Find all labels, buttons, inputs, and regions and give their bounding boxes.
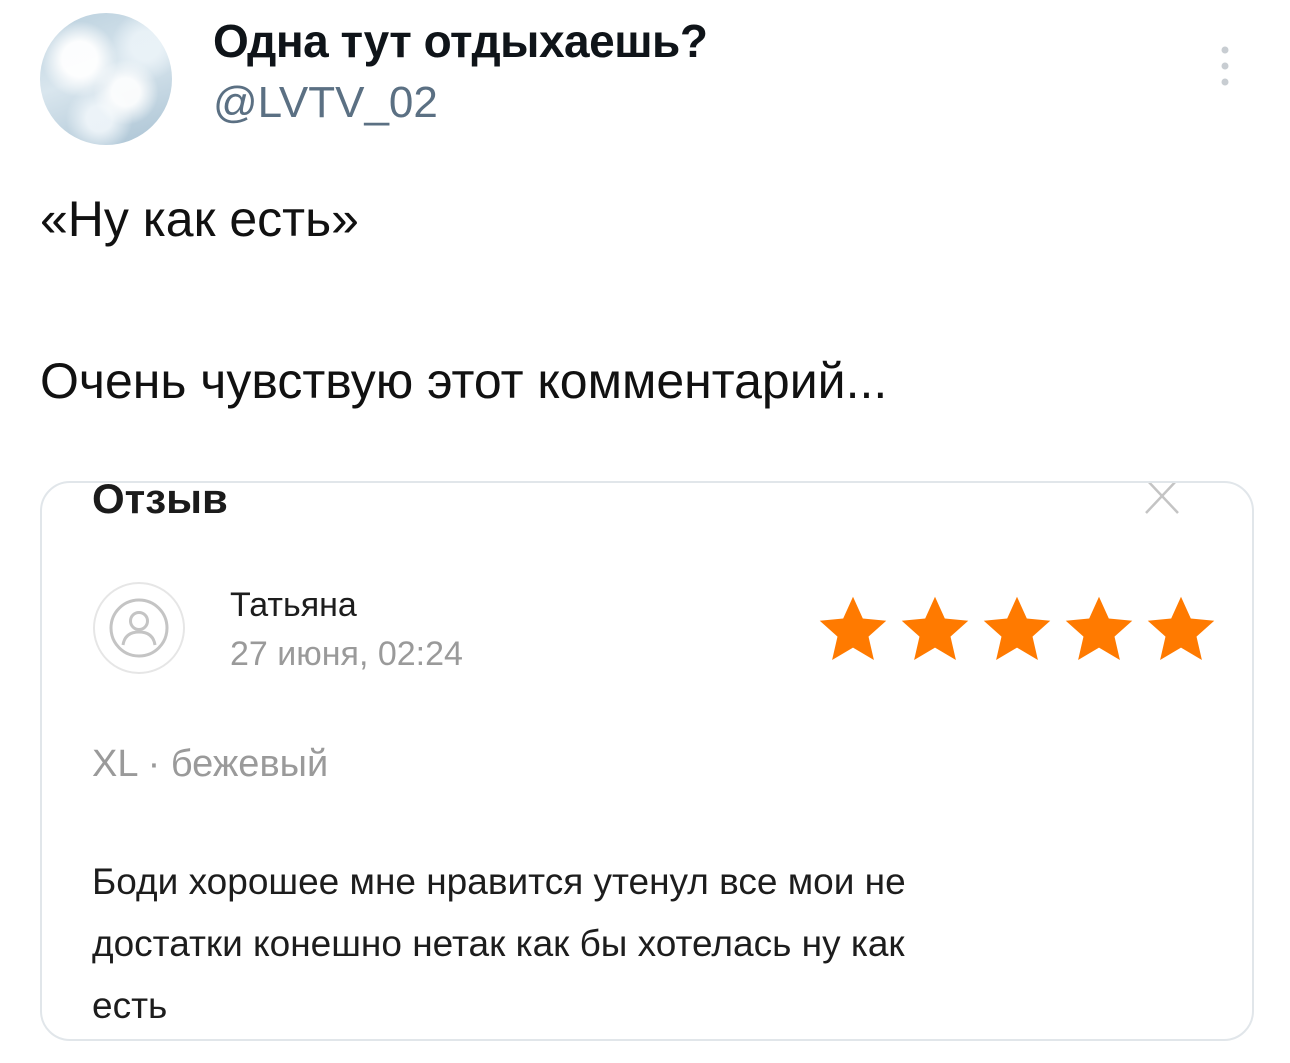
- review-body-line: достатки конешно нетак как бы хотелась н…: [92, 923, 905, 964]
- user-avatar-icon: [93, 582, 185, 674]
- author-name[interactable]: Одна тут отдыхаешь?: [213, 14, 708, 68]
- review-date: 27 июня, 02:24: [230, 635, 463, 673]
- star-icon: [1147, 596, 1215, 661]
- review-body-line: есть: [92, 985, 168, 1026]
- review-body: Боди хорошее мне нравится утенул все мои…: [92, 851, 1152, 1037]
- author-handle[interactable]: @LVTV_02: [213, 78, 438, 128]
- product-variant: XL · бежевый: [92, 743, 329, 785]
- star-icon: [819, 596, 887, 661]
- review-card-image[interactable]: Отзыв Татьяна 27 июня, 02:24 XL · бежевы…: [40, 481, 1254, 1041]
- star-icon: [1065, 596, 1133, 661]
- star-icon: [983, 596, 1051, 661]
- reviewer-name: Татьяна: [230, 586, 357, 624]
- tweet-text-line: «Ну как есть»: [40, 191, 359, 247]
- author-avatar[interactable]: [40, 13, 172, 145]
- tweet-text-line: Очень чувствую этот комментарий...: [40, 353, 888, 409]
- close-icon: [1145, 483, 1179, 514]
- review-card-title: Отзыв: [92, 481, 228, 522]
- star-rating: [815, 591, 1219, 667]
- more-vertical-icon[interactable]: [1208, 42, 1242, 90]
- review-body-line: Боди хорошее мне нравится утенул все мои…: [92, 861, 906, 902]
- star-icon: [901, 596, 969, 661]
